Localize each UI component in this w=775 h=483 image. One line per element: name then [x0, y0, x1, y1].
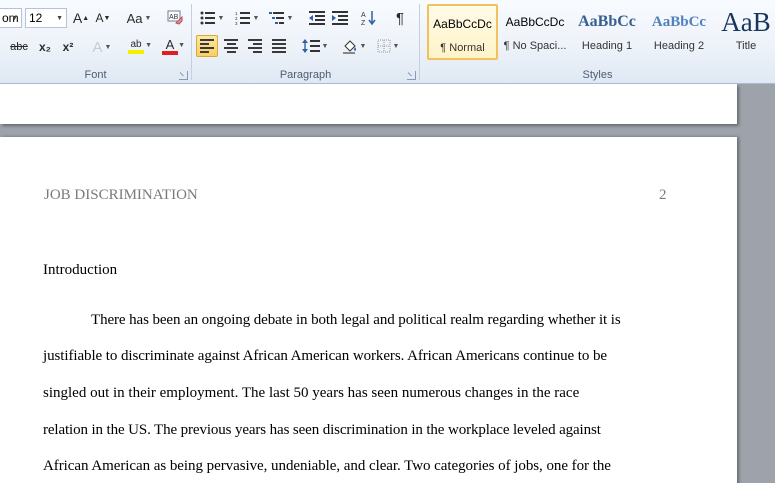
- font-size-value: 12: [29, 11, 43, 25]
- chevron-down-icon: ▼: [56, 14, 63, 22]
- styles-group: Styles: [420, 0, 775, 84]
- multilevel-list-icon: [268, 12, 284, 24]
- superscript-icon: x²: [62, 40, 74, 54]
- body-line: There has been an ongoing debate in both…: [91, 312, 621, 328]
- align-right-icon: [248, 39, 262, 53]
- multilevel-list-button[interactable]: ▼: [266, 7, 296, 29]
- font-color-button[interactable]: A ▼: [155, 36, 185, 58]
- svg-text:3: 3: [235, 21, 238, 25]
- font-group: om ▼ 12 ▼ A ▲ A ▼ Aa ▼ AB abc x₂ x² A ▼ …: [0, 0, 191, 84]
- show-formatting-button[interactable]: ¶: [390, 7, 410, 29]
- align-center-button[interactable]: [220, 35, 242, 57]
- document-area[interactable]: JOB DISCRIMINATION 2 Introduction There …: [0, 84, 775, 483]
- change-case-button[interactable]: Aa ▼: [125, 7, 153, 29]
- text-effects-icon: A: [92, 38, 103, 56]
- justify-button[interactable]: [268, 35, 290, 57]
- previous-page: [0, 84, 737, 124]
- increase-indent-button[interactable]: [329, 7, 351, 29]
- svg-text:Z: Z: [361, 20, 366, 26]
- chevron-down-icon: ▼: [11, 14, 18, 22]
- paragraph-group: ▼ 1 2 3 ▼ ▼ A Z ¶ ▼ ▼ ▼ Paragraph: [192, 0, 419, 84]
- grow-font-button[interactable]: A ▲: [71, 7, 91, 29]
- align-center-icon: [224, 39, 238, 53]
- paragraph-group-label: Paragraph: [279, 69, 332, 81]
- body-line: African American as being pervasive, und…: [43, 458, 611, 474]
- strikethrough-icon: abc: [10, 41, 28, 53]
- borders-icon: [377, 39, 391, 53]
- styles-group-label: Styles: [582, 69, 613, 81]
- change-case-icon: Aa: [126, 10, 143, 26]
- highlight-icon: ab: [130, 39, 142, 50]
- line-spacing-button[interactable]: ▼: [300, 35, 330, 57]
- paint-bucket-icon: [342, 40, 356, 54]
- superscript-button[interactable]: x²: [58, 36, 78, 58]
- font-group-label: Font: [84, 69, 107, 81]
- strikethrough-button[interactable]: abc: [6, 36, 32, 58]
- highlight-color-button[interactable]: ab ▼: [120, 36, 152, 58]
- numbering-icon: 1 2 3: [235, 11, 250, 25]
- running-header: JOB DISCRIMINATION: [44, 187, 198, 203]
- font-color-icon: A: [165, 37, 175, 52]
- sort-icon: A Z: [361, 11, 376, 26]
- shrink-font-icon: A: [95, 11, 104, 25]
- bullets-icon: [200, 11, 215, 25]
- svg-text:A: A: [361, 12, 366, 19]
- body-line: singled out in their employment. The las…: [43, 385, 580, 401]
- clear-formatting-button[interactable]: AB: [165, 7, 185, 29]
- numbering-button[interactable]: 1 2 3 ▼: [232, 7, 262, 29]
- font-name-combo[interactable]: om ▼: [0, 8, 22, 28]
- clear-formatting-icon: AB: [167, 10, 183, 25]
- subscript-icon: x₂: [38, 40, 51, 54]
- sort-button[interactable]: A Z: [358, 7, 380, 29]
- body-line: relation in the US. The previous years h…: [43, 422, 601, 438]
- svg-text:AB: AB: [169, 14, 179, 21]
- pilcrow-icon: ¶: [395, 9, 405, 27]
- paragraph-dialog-launcher[interactable]: [407, 71, 416, 80]
- align-left-button[interactable]: [196, 35, 218, 57]
- grow-font-icon: A: [72, 10, 83, 26]
- highlight-swatch: [128, 50, 144, 54]
- ribbon: om ▼ 12 ▼ A ▲ A ▼ Aa ▼ AB abc x₂ x² A ▼ …: [0, 0, 775, 84]
- align-right-button[interactable]: [244, 35, 266, 57]
- page-number: 2: [659, 187, 667, 203]
- align-left-icon: [200, 39, 214, 53]
- bullets-button[interactable]: ▼: [198, 7, 226, 29]
- justify-icon: [272, 39, 286, 53]
- font-color-swatch: [162, 51, 178, 55]
- borders-button[interactable]: ▼: [374, 35, 402, 57]
- text-effects-button[interactable]: A ▼: [89, 36, 115, 58]
- decrease-indent-icon: [309, 11, 325, 25]
- section-heading: Introduction: [43, 262, 118, 278]
- font-dialog-launcher[interactable]: [179, 71, 188, 80]
- font-size-combo[interactable]: 12 ▼: [25, 8, 67, 28]
- subscript-button[interactable]: x₂: [35, 36, 55, 58]
- line-spacing-icon: [301, 39, 320, 53]
- shrink-font-button[interactable]: A ▼: [93, 7, 113, 29]
- document-page[interactable]: JOB DISCRIMINATION 2 Introduction There …: [0, 137, 737, 483]
- increase-indent-icon: [332, 11, 348, 25]
- decrease-indent-button[interactable]: [306, 7, 328, 29]
- body-line: justifiable to discriminate against Afri…: [43, 348, 607, 364]
- shading-button[interactable]: ▼: [340, 35, 368, 57]
